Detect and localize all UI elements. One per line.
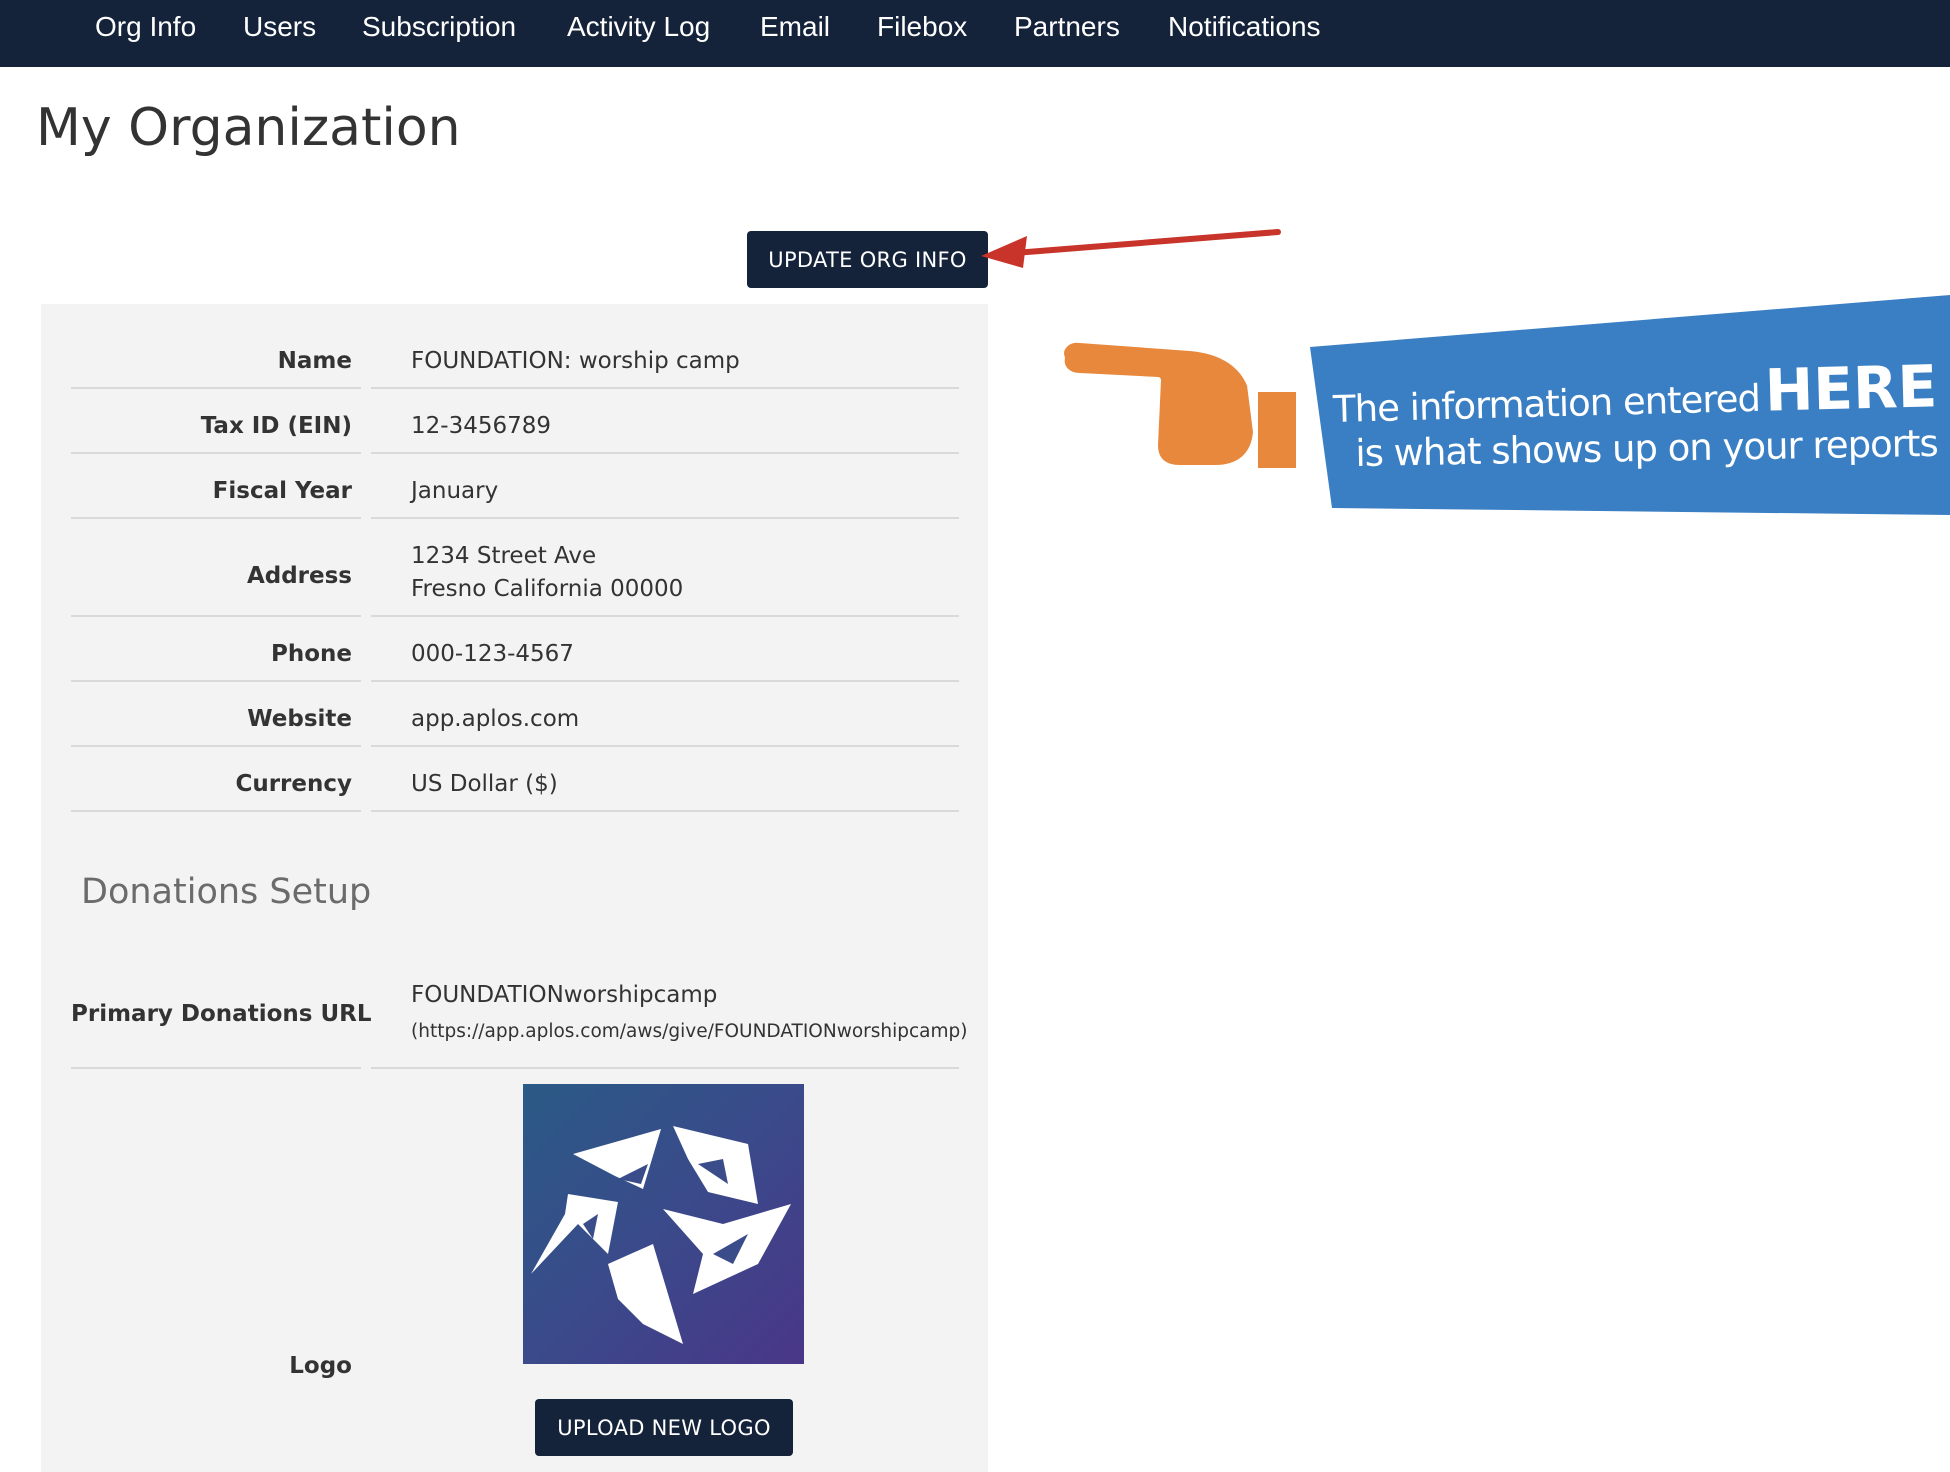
phone-row: Phone 000-123-4567 bbox=[71, 617, 959, 682]
divider bbox=[71, 1067, 361, 1069]
top-nav: Org Info Users Subscription Activity Log… bbox=[0, 0, 1950, 67]
currency-value: US Dollar ($) bbox=[411, 771, 558, 797]
upload-new-logo-button[interactable]: UPLOAD NEW LOGO bbox=[535, 1399, 793, 1456]
arrow-left-icon bbox=[981, 229, 1281, 268]
nav-item-org-info[interactable]: Org Info bbox=[95, 8, 196, 48]
org-name-value: FOUNDATION: worship camp bbox=[411, 348, 740, 374]
org-name-row: Name FOUNDATION: worship camp bbox=[71, 344, 959, 389]
callout-line1: The information entered bbox=[1332, 376, 1761, 431]
nav-item-notifications[interactable]: Notifications bbox=[1168, 8, 1321, 48]
page-title: My Organization bbox=[36, 98, 461, 158]
nav-item-partners[interactable]: Partners bbox=[1014, 8, 1120, 48]
org-logo bbox=[523, 1084, 804, 1364]
donations-url-label: Primary Donations URL bbox=[71, 1001, 372, 1027]
nav-item-activity-log[interactable]: Activity Log bbox=[567, 8, 710, 48]
donations-url-row: Primary Donations URL FOUNDATIONworshipc… bbox=[71, 969, 968, 1069]
divider bbox=[71, 810, 361, 812]
logo-label: Logo bbox=[289, 1353, 352, 1379]
nav-item-email[interactable]: Email bbox=[760, 8, 830, 48]
nav-item-subscription[interactable]: Subscription bbox=[362, 8, 516, 48]
fiscal-year-row: Fiscal Year January bbox=[71, 454, 959, 519]
website-label: Website bbox=[247, 706, 352, 732]
donations-url-slug: FOUNDATIONworshipcamp bbox=[411, 982, 718, 1008]
org-name-label: Name bbox=[277, 348, 352, 374]
org-logo-mark bbox=[531, 1126, 791, 1344]
logo-row: Logo bbox=[71, 1248, 959, 1388]
currency-label: Currency bbox=[235, 771, 352, 797]
divider bbox=[371, 1067, 959, 1069]
fiscal-year-value: January bbox=[411, 478, 499, 504]
donations-url-full[interactable]: (https://app.aplos.com/aws/give/FOUNDATI… bbox=[411, 1021, 968, 1042]
tax-id-label: Tax ID (EIN) bbox=[200, 413, 352, 439]
phone-value: 000-123-4567 bbox=[411, 641, 574, 667]
fiscal-year-label: Fiscal Year bbox=[212, 478, 352, 504]
website-value: app.aplos.com bbox=[411, 706, 580, 732]
tax-id-value: 12-3456789 bbox=[411, 413, 551, 439]
currency-row: Currency US Dollar ($) bbox=[71, 747, 959, 812]
tax-id-row: Tax ID (EIN) 12-3456789 bbox=[71, 389, 959, 454]
divider bbox=[371, 810, 959, 812]
phone-label: Phone bbox=[270, 641, 352, 667]
address-line2: Fresno California 00000 bbox=[411, 576, 684, 602]
website-row: Website app.aplos.com bbox=[71, 682, 959, 747]
callout-banner: The information entered HERE is what sho… bbox=[1040, 290, 1950, 520]
update-org-info-button[interactable]: UPDATE ORG INFO bbox=[747, 231, 988, 288]
address-line1: 1234 Street Ave bbox=[411, 543, 597, 569]
donations-setup-title: Donations Setup bbox=[81, 872, 372, 912]
callout-emphasis: HERE bbox=[1763, 352, 1939, 425]
address-label: Address bbox=[246, 563, 352, 589]
nav-item-users[interactable]: Users bbox=[243, 8, 316, 48]
address-row: Address 1234 Street Ave Fresno Californi… bbox=[71, 519, 959, 617]
nav-item-filebox[interactable]: Filebox bbox=[877, 8, 967, 48]
